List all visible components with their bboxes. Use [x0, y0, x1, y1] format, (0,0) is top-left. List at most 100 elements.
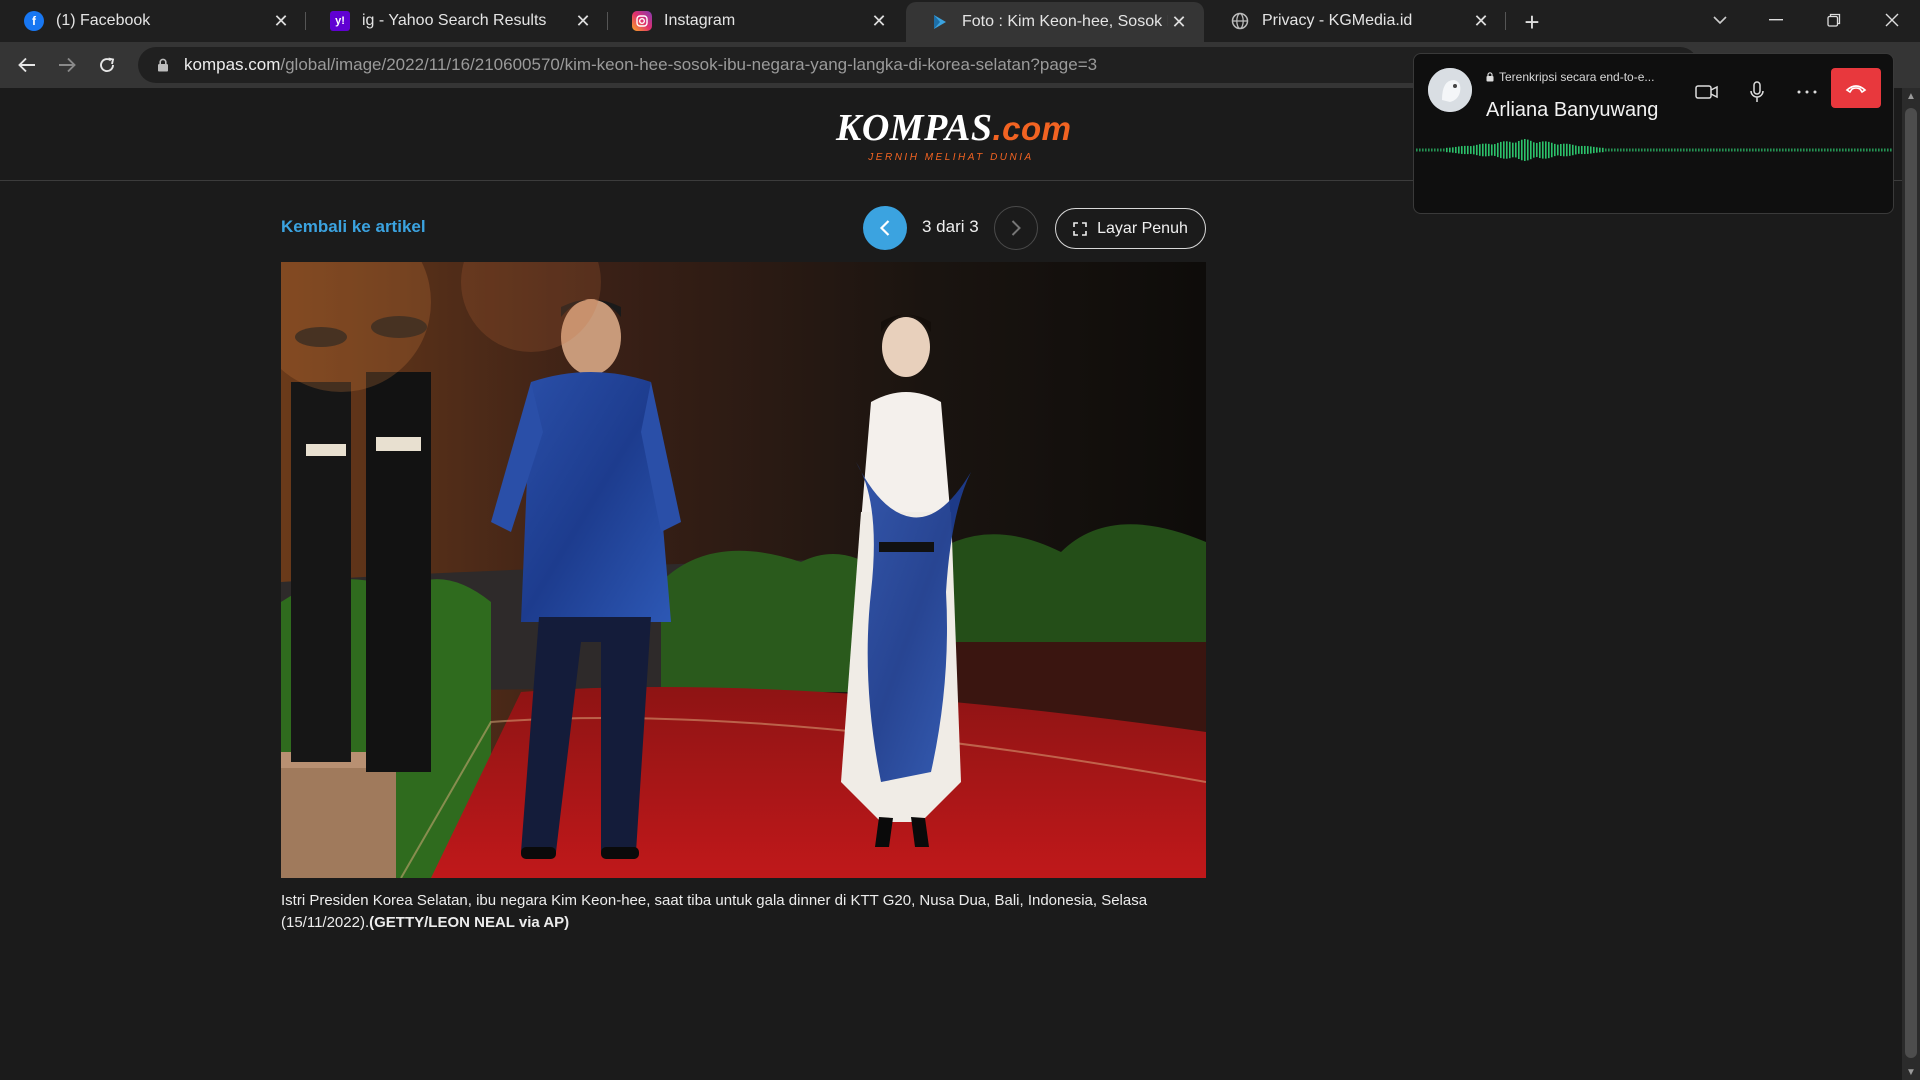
waveform-bar	[1560, 144, 1562, 156]
microphone-icon[interactable]	[1741, 76, 1773, 108]
waveform-bar	[1680, 148, 1682, 152]
voice-call-window[interactable]: Terenkripsi secara end-to-e... Arliana B…	[1413, 53, 1894, 214]
waveform-bar	[1857, 148, 1859, 152]
chevron-left-icon	[879, 220, 890, 236]
waveform-bar	[1884, 148, 1886, 152]
waveform-bar	[1641, 148, 1643, 152]
instagram-icon	[632, 11, 652, 31]
waveform-bar	[1464, 145, 1466, 155]
waveform-bar	[1683, 148, 1685, 152]
scroll-up-icon[interactable]: ▲	[1902, 88, 1920, 104]
waveform-bar	[1839, 148, 1841, 152]
waveform-bar	[1647, 148, 1649, 152]
waveform-bar	[1830, 148, 1832, 152]
video-camera-icon[interactable]	[1691, 76, 1723, 108]
waveform-bar	[1719, 148, 1721, 152]
waveform-bar	[1545, 141, 1547, 159]
fullscreen-button[interactable]: Layar Penuh	[1055, 208, 1206, 249]
waveform-bar	[1512, 142, 1514, 158]
waveform-bar	[1671, 148, 1673, 152]
reload-icon[interactable]	[90, 48, 124, 82]
close-window-icon[interactable]	[1864, 0, 1920, 40]
waveform-bar	[1590, 146, 1592, 154]
waveform-bar	[1416, 148, 1418, 152]
waveform-bar	[1776, 148, 1778, 152]
close-tab-icon[interactable]: ✕	[270, 10, 292, 32]
minimize-window-icon[interactable]	[1748, 0, 1804, 40]
waveform-bar	[1578, 146, 1580, 154]
tab-instagram[interactable]: Instagram ✕	[608, 0, 904, 42]
url-host: kompas.com	[184, 55, 281, 74]
logo-tagline: JERNIH MELIHAT DUNIA	[868, 152, 1034, 163]
waveform-bar	[1788, 148, 1790, 152]
waveform-bar	[1812, 148, 1814, 152]
page-content: KOMPAS.com JERNIH MELIHAT DUNIA Kembali …	[0, 88, 1902, 1080]
waveform-bar	[1446, 147, 1448, 153]
waveform-bar	[1500, 141, 1502, 159]
waveform-bar	[1851, 148, 1853, 152]
close-tab-icon[interactable]: ✕	[1470, 10, 1492, 32]
next-photo-button[interactable]	[994, 206, 1038, 250]
back-to-article-link[interactable]: Kembali ke artikel	[281, 217, 426, 237]
waveform-bar	[1752, 148, 1754, 152]
logo-wordmark: KOMPAS.com	[836, 106, 1071, 150]
kompas-logo[interactable]: KOMPAS.com JERNIH MELIHAT DUNIA	[836, 106, 1071, 163]
tab-yahoo[interactable]: y! ig - Yahoo Search Results ✕	[306, 0, 608, 42]
tab-search-chevron-icon[interactable]	[1692, 0, 1748, 40]
waveform-bar	[1524, 139, 1526, 161]
lock-icon[interactable]	[152, 54, 174, 76]
waveform-bar	[1602, 147, 1604, 153]
waveform-bar	[1875, 148, 1877, 152]
waveform-bar	[1530, 140, 1532, 160]
waveform-bar	[1554, 143, 1556, 157]
scroll-down-icon[interactable]: ▼	[1902, 1064, 1920, 1080]
waveform-bar	[1488, 143, 1490, 157]
waveform-bar	[1542, 141, 1544, 159]
close-tab-icon[interactable]: ✕	[868, 10, 890, 32]
waveform-bar	[1437, 148, 1439, 152]
close-tab-icon[interactable]: ✕	[572, 10, 594, 32]
globe-icon	[1230, 11, 1250, 31]
avatar	[1428, 68, 1472, 112]
waveform-bar	[1563, 143, 1565, 157]
previous-photo-button[interactable]	[863, 206, 907, 250]
restore-window-icon[interactable]	[1806, 0, 1862, 40]
tab-kgmedia[interactable]: Privacy - KGMedia.id ✕	[1206, 0, 1506, 42]
waveform-bar	[1440, 148, 1442, 152]
waveform-bar	[1740, 148, 1742, 152]
scrollbar-thumb[interactable]	[1905, 108, 1917, 1058]
facebook-icon: f	[24, 11, 44, 31]
waveform-bar	[1461, 146, 1463, 154]
waveform-bar	[1674, 148, 1676, 152]
waveform-bar	[1458, 146, 1460, 154]
back-arrow-icon[interactable]	[10, 48, 44, 82]
waveform-bar	[1860, 148, 1862, 152]
waveform-bar	[1782, 148, 1784, 152]
waveform-bar	[1869, 148, 1871, 152]
waveform-bar	[1803, 148, 1805, 152]
tab-kompas-active[interactable]: Foto : Kim Keon-hee, Sosok Ibu N ✕	[906, 2, 1204, 42]
forward-arrow-icon[interactable]	[50, 48, 84, 82]
close-tab-icon[interactable]: ✕	[1168, 11, 1190, 33]
waveform-bar	[1422, 148, 1424, 152]
waveform-bar	[1866, 148, 1868, 152]
tab-strip: f (1) Facebook ✕ y! ig - Yahoo Search Re…	[0, 0, 1920, 42]
waveform-bar	[1494, 144, 1496, 156]
gallery-photo[interactable]	[281, 262, 1206, 878]
waveform-bar	[1431, 148, 1433, 152]
hang-up-phone-icon	[1845, 85, 1867, 94]
waveform-bar	[1509, 141, 1511, 159]
waveform-bar	[1710, 148, 1712, 152]
more-options-icon[interactable]	[1791, 76, 1823, 108]
waveform-bar	[1638, 148, 1640, 152]
tab-facebook[interactable]: f (1) Facebook ✕	[0, 0, 306, 42]
waveform-bar	[1620, 148, 1622, 152]
waveform-bar	[1836, 148, 1838, 152]
new-tab-button[interactable]: +	[1518, 7, 1546, 37]
waveform-bar	[1587, 146, 1589, 154]
page-scrollbar[interactable]: ▲ ▼	[1902, 88, 1920, 1080]
waveform-bar	[1548, 141, 1550, 159]
waveform-bar	[1599, 147, 1601, 153]
end-call-button[interactable]	[1831, 68, 1881, 108]
call-contact-name: Arliana Banyuwang	[1486, 99, 1659, 121]
